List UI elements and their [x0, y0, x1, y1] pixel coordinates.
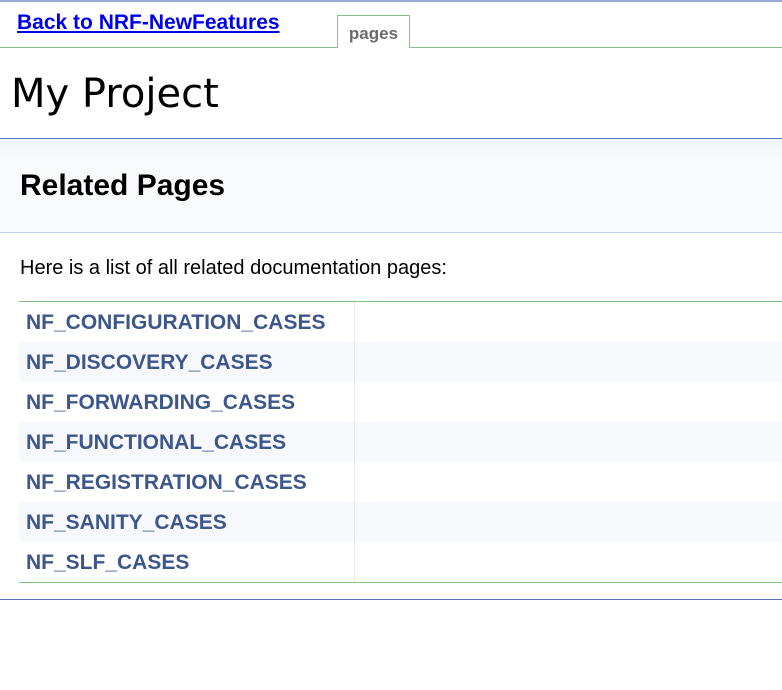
footer-divider [0, 599, 782, 600]
table-row: NF_CONFIGURATION_CASES [19, 302, 782, 342]
intro-text: Here is a list of all related documentat… [20, 257, 447, 279]
back-link[interactable]: Back to NRF-NewFeatures [17, 11, 280, 35]
tab-pages[interactable]: pages [337, 15, 410, 48]
table-row: NF_FUNCTIONAL_CASES [19, 422, 782, 462]
table-row: NF_SLF_CASES [19, 542, 782, 582]
page-link-nf-registration-cases[interactable]: NF_REGISTRATION_CASES [26, 471, 307, 495]
page-link-nf-configuration-cases[interactable]: NF_CONFIGURATION_CASES [26, 311, 325, 335]
table-row: NF_REGISTRATION_CASES [19, 462, 782, 502]
page-link-nf-forwarding-cases[interactable]: NF_FORWARDING_CASES [26, 391, 295, 415]
column-divider [354, 342, 355, 382]
column-divider [354, 422, 355, 462]
project-title: My Project [11, 71, 219, 117]
page-title: Related Pages [20, 169, 226, 202]
column-divider [354, 302, 355, 342]
column-divider [354, 502, 355, 542]
top-nav-bar: Back to NRF-NewFeatures pages [0, 2, 782, 48]
column-divider [354, 382, 355, 422]
table-row: NF_DISCOVERY_CASES [19, 342, 782, 382]
page-link-nf-functional-cases[interactable]: NF_FUNCTIONAL_CASES [26, 431, 286, 455]
column-divider [354, 542, 355, 582]
table-row: NF_FORWARDING_CASES [19, 382, 782, 422]
column-divider [354, 462, 355, 502]
page-link-nf-sanity-cases[interactable]: NF_SANITY_CASES [26, 511, 227, 535]
related-pages-table: NF_CONFIGURATION_CASES NF_DISCOVERY_CASE… [19, 301, 782, 583]
table-row: NF_SANITY_CASES [19, 502, 782, 542]
page-link-nf-slf-cases[interactable]: NF_SLF_CASES [26, 551, 189, 575]
page-link-nf-discovery-cases[interactable]: NF_DISCOVERY_CASES [26, 351, 273, 375]
